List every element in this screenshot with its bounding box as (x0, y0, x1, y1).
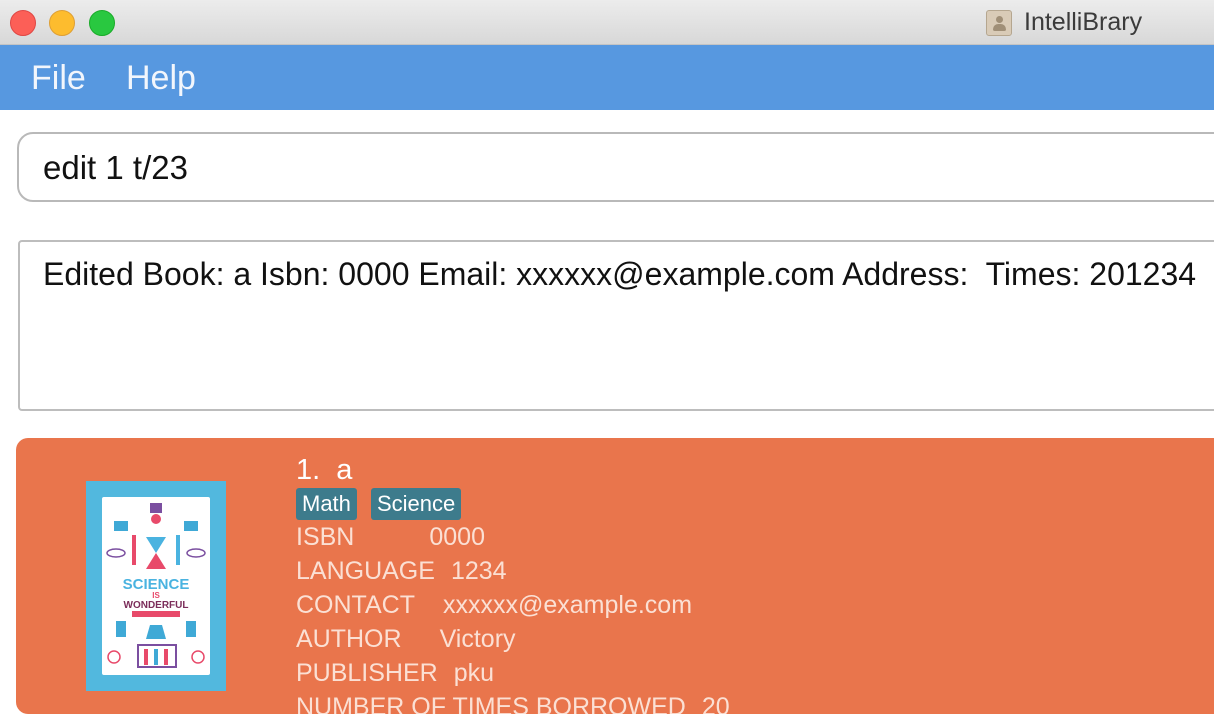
language-value: 1234 (450, 557, 507, 585)
contact-field: CONTACT xxxxxx@example.com (296, 591, 692, 620)
isbn-label: ISBN (296, 523, 355, 551)
window-title: IntelliBrary (1024, 8, 1143, 36)
tag-badge: Math (296, 488, 357, 520)
cover-text-line2: IS (152, 591, 160, 600)
window-titlebar: IntelliBrary (0, 0, 1214, 45)
close-window-button[interactable] (10, 10, 36, 36)
publisher-label: PUBLISHER (296, 659, 438, 687)
language-label: LANGUAGE (296, 557, 435, 585)
command-input[interactable] (43, 146, 1143, 190)
isbn-field: ISBN 0000 (296, 523, 485, 552)
cover-text-line3: WONDERFUL (124, 600, 189, 611)
science-poster-illustration: SCIENCE IS WONDERFUL (106, 503, 206, 668)
contact-label: CONTACT (296, 591, 415, 619)
book-cover-image: SCIENCE IS WONDERFUL (86, 481, 226, 691)
isbn-value: 0000 (429, 523, 485, 551)
result-display[interactable]: Edited Book: a Isbn: 0000 Email: xxxxxx@… (18, 240, 1214, 411)
menu-file[interactable]: File (31, 59, 86, 98)
language-field: LANGUAGE 1234 (296, 557, 507, 586)
author-value: Victory (439, 625, 516, 653)
minimize-window-button[interactable] (49, 10, 75, 36)
tag-badge: Science (371, 488, 462, 520)
times-borrowed-value: 20 (701, 693, 730, 714)
times-borrowed-label: NUMBER OF TIMES BORROWED (296, 693, 686, 714)
author-label: AUTHOR (296, 625, 402, 653)
command-box (17, 132, 1214, 202)
publisher-value: pku (453, 659, 495, 687)
publisher-field: PUBLISHER pku (296, 659, 494, 688)
contact-value: xxxxxx@example.com (442, 591, 693, 619)
book-card[interactable]: SCIENCE IS WONDERFUL 1. a Math Science I… (16, 438, 1214, 714)
author-field: AUTHOR Victory (296, 625, 516, 654)
maximize-window-button[interactable] (89, 10, 115, 36)
menu-bar: File Help (0, 45, 1214, 110)
menu-help[interactable]: Help (126, 59, 196, 98)
book-index-title: 1. a (296, 454, 353, 486)
contacts-app-icon (986, 10, 1012, 36)
times-borrowed-field: NUMBER OF TIMES BORROWED 20 (296, 693, 730, 714)
book-cover-artwork: SCIENCE IS WONDERFUL (102, 497, 210, 675)
result-message: Edited Book: a Isbn: 0000 Email: xxxxxx@… (43, 256, 1197, 292)
